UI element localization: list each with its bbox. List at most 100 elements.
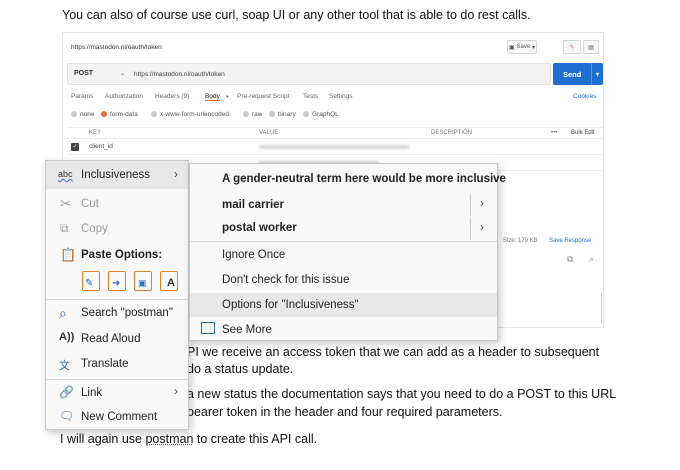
split-divider <box>470 194 471 216</box>
tab-body[interactable]: Body <box>205 93 220 101</box>
radio-label: binary <box>278 111 296 118</box>
paste-options-label: Paste Options: <box>81 249 163 261</box>
menu-item-options-inclusiveness[interactable]: Options for "Inclusiveness" <box>222 299 359 311</box>
body-type-radios: none form-data x-www-form-urlencoded raw… <box>71 111 371 121</box>
doc-line-3: a new status the documentation says that… <box>187 387 617 401</box>
chevron-right-icon[interactable]: › <box>480 220 484 234</box>
menu-item-ignore-once[interactable]: Ignore Once <box>222 249 285 261</box>
save-icon: ▣ <box>508 44 515 51</box>
translate-icon: 文 <box>59 360 70 372</box>
tab-settings[interactable]: Settings <box>329 93 353 100</box>
cookies-link[interactable]: Cookies <box>573 93 596 100</box>
send-button[interactable]: Send ▾ <box>553 63 603 85</box>
radio-graphql[interactable]: GraphQL <box>303 111 339 118</box>
radio-label: none <box>80 111 95 118</box>
response-size: Size: 179 KB <box>503 238 538 244</box>
paste-text-only-icon[interactable]: A <box>160 271 178 291</box>
tab-tests[interactable]: Tests <box>303 93 318 100</box>
menu-separator <box>46 379 188 380</box>
menu-item-link[interactable]: Link <box>81 387 102 399</box>
comment-icon: 🗨 <box>59 409 75 423</box>
menu-separator <box>46 299 188 300</box>
arrow-icon: ➜ <box>112 278 121 289</box>
split-divider <box>470 218 471 240</box>
chevron-down-icon[interactable]: ▾ <box>591 63 603 85</box>
tab-authorization[interactable]: Authorization <box>105 93 143 100</box>
paste-picture-icon[interactable]: ▣ <box>134 271 152 291</box>
suggestion-mail-carrier[interactable]: mail carrier <box>222 199 284 211</box>
edit-button[interactable]: ✎ <box>563 40 581 54</box>
scrollbar[interactable] <box>601 293 602 323</box>
doc-paragraph-top: You can also of course use curl, soap UI… <box>62 8 531 22</box>
paste-merge-format-icon[interactable]: ➜ <box>108 271 126 291</box>
context-menu: abc Inclusiveness › ✂ Cut ⧉ Copy 📋 Paste… <box>45 160 189 430</box>
params-table-header: KEY VALUE DESCRIPTION ••• Bulk Edit <box>67 127 603 139</box>
radio-icon <box>71 111 77 118</box>
bulk-edit-link[interactable]: Bulk Edit <box>571 130 595 136</box>
clipboard-icon: 📋 <box>60 247 77 262</box>
read-aloud-icon: A)) <box>59 331 75 343</box>
table-row: ✓ client_id <box>67 139 603 155</box>
checkbox-checked-icon[interactable]: ✓ <box>71 143 79 151</box>
doc-line-2: do a status update. <box>187 362 294 376</box>
menu-item-search[interactable]: Search "postman" <box>81 307 173 319</box>
row-key: client_id <box>89 143 113 150</box>
column-description: DESCRIPTION <box>431 130 473 136</box>
menu-item-new-comment[interactable]: New Comment <box>81 411 157 423</box>
docs-button[interactable]: ▤ <box>583 40 599 54</box>
radio-icon <box>303 111 309 118</box>
chevron-right-icon[interactable]: › <box>480 196 484 210</box>
radio-icon <box>151 111 157 118</box>
column-key: KEY <box>89 130 102 136</box>
letter-a-icon: A <box>167 277 175 289</box>
menu-item-read-aloud[interactable]: Read Aloud <box>81 333 140 345</box>
copy-icon: ⧉ <box>60 221 69 235</box>
radio-binary[interactable]: binary <box>269 111 296 118</box>
menu-item-see-more[interactable]: See More <box>222 324 272 336</box>
more-icon[interactable]: ••• <box>551 130 557 136</box>
radio-label: form-data <box>110 111 138 118</box>
suggestion-postal-worker[interactable]: postal worker <box>222 222 297 234</box>
brush-icon: ✎ <box>85 278 94 289</box>
menu-item-inclusiveness[interactable]: Inclusiveness <box>81 169 150 181</box>
menu-item-cut[interactable]: Cut <box>81 198 99 210</box>
doc-text-span: I will again use <box>60 432 146 446</box>
submenu-heading: A gender-neutral term here would be more… <box>222 173 506 185</box>
radio-none[interactable]: none <box>71 111 94 118</box>
spelling-abc-icon: abc <box>58 169 73 179</box>
radio-selected-icon <box>101 111 107 118</box>
search-icon[interactable]: ⌕ <box>589 254 594 265</box>
pencil-icon: ✎ <box>569 44 575 51</box>
tab-headers[interactable]: Headers (9) <box>155 93 189 100</box>
radio-icon <box>269 111 275 118</box>
radio-label: x-www-form-urlencoded <box>160 111 229 118</box>
tab-params[interactable]: Params <box>71 93 93 100</box>
doc-text-span: to create this API call. <box>193 432 318 446</box>
radio-raw[interactable]: raw <box>243 111 262 118</box>
method-select[interactable]: POST <box>74 70 93 77</box>
pane-icon <box>201 322 215 334</box>
active-dot-icon: • <box>226 92 229 101</box>
menu-item-dont-check[interactable]: Don't check for this issue <box>222 274 349 286</box>
radio-icon <box>243 111 249 118</box>
flagged-word[interactable]: postman <box>145 432 193 446</box>
radio-label: GraphQL <box>312 111 339 118</box>
radio-x-www-form-urlencoded[interactable]: x-www-form-urlencoded <box>151 111 229 118</box>
copy-icon[interactable]: ⧉ <box>567 254 573 265</box>
menu-item-copy[interactable]: Copy <box>81 223 108 235</box>
tab-pre-request-script[interactable]: Pre-request Script <box>237 93 289 100</box>
send-label: Send <box>563 69 582 79</box>
inclusiveness-submenu: A gender-neutral term here would be more… <box>189 163 506 341</box>
request-url-input[interactable]: https://mastodon.nl/oauth/token <box>134 71 225 78</box>
chevron-down-icon: ▾ <box>532 44 536 51</box>
chevron-right-icon: › <box>174 384 178 398</box>
postman-tab-url: https://mastodon.nl/oauth/token <box>71 44 162 51</box>
menu-item-translate[interactable]: Translate <box>81 358 129 370</box>
chevron-down-icon: ⌄ <box>120 71 126 77</box>
search-icon: ⌕ <box>59 305 67 321</box>
save-response-button[interactable]: Save Response <box>549 238 591 244</box>
save-button[interactable]: ▣ Save ▾ <box>507 40 537 54</box>
radio-form-data[interactable]: form-data <box>101 111 138 118</box>
column-value: VALUE <box>259 130 279 136</box>
paste-keep-source-icon[interactable]: ✎ <box>82 271 100 291</box>
